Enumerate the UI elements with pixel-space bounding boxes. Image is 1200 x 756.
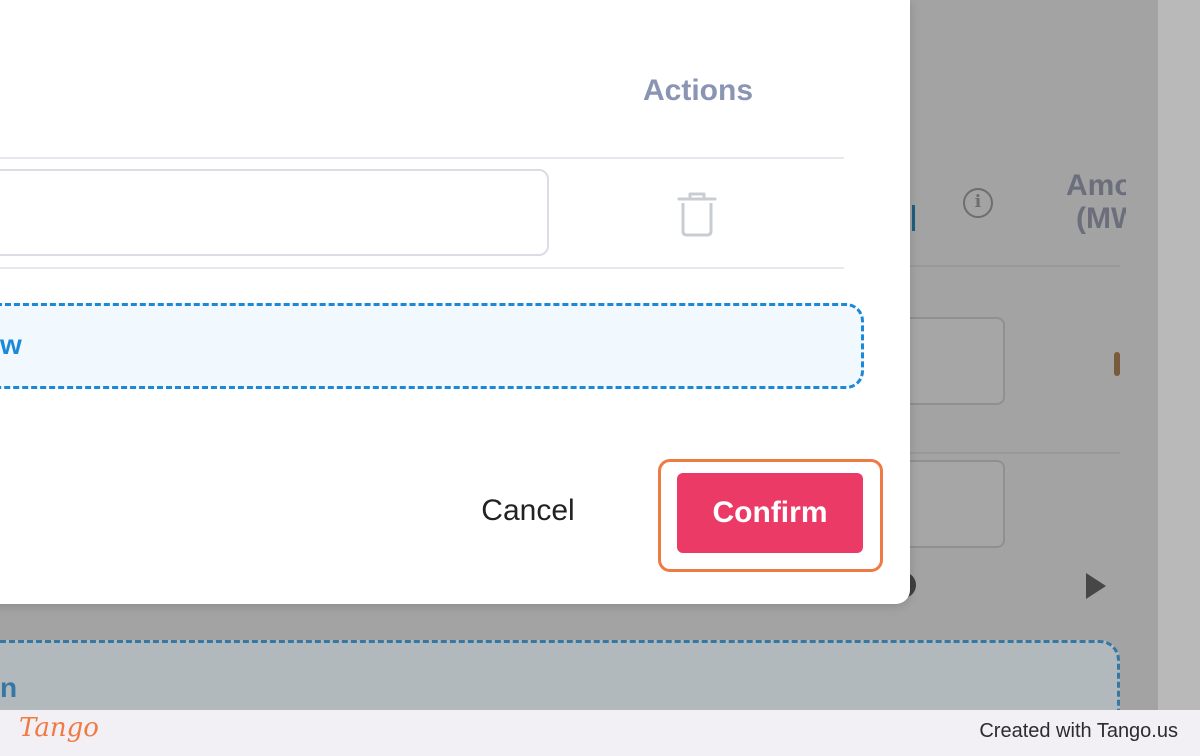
trash-icon[interactable] <box>676 191 718 237</box>
background-divider <box>910 452 1120 454</box>
dialog: Actions w Cancel Confirm <box>0 0 910 604</box>
play-icon <box>1086 573 1106 599</box>
header-divider <box>0 157 844 159</box>
background-divider <box>910 265 1120 267</box>
created-with-label: Created with Tango.us <box>979 720 1178 742</box>
background-add-row <box>0 640 1120 710</box>
screenshot-area: i Amo (MW n Actions w Cancel Confirm <box>0 0 1200 710</box>
background-status-fragment <box>1114 352 1120 376</box>
confirm-button[interactable]: Confirm <box>677 473 863 553</box>
background-scrollbar <box>1158 0 1200 710</box>
background-amount-unit: (MW <box>1076 202 1126 235</box>
background-amount-header: Amo <box>1066 169 1126 202</box>
actions-column-header: Actions <box>643 74 754 107</box>
add-row-button[interactable] <box>0 303 864 389</box>
cancel-button[interactable]: Cancel <box>466 480 590 542</box>
tango-logo: Tango <box>19 713 99 743</box>
add-row-label: w <box>0 329 22 360</box>
info-icon[interactable]: i <box>963 188 993 218</box>
row-text-input[interactable] <box>0 169 549 256</box>
row-divider <box>0 267 844 269</box>
background-add-row-label: n <box>0 672 18 703</box>
